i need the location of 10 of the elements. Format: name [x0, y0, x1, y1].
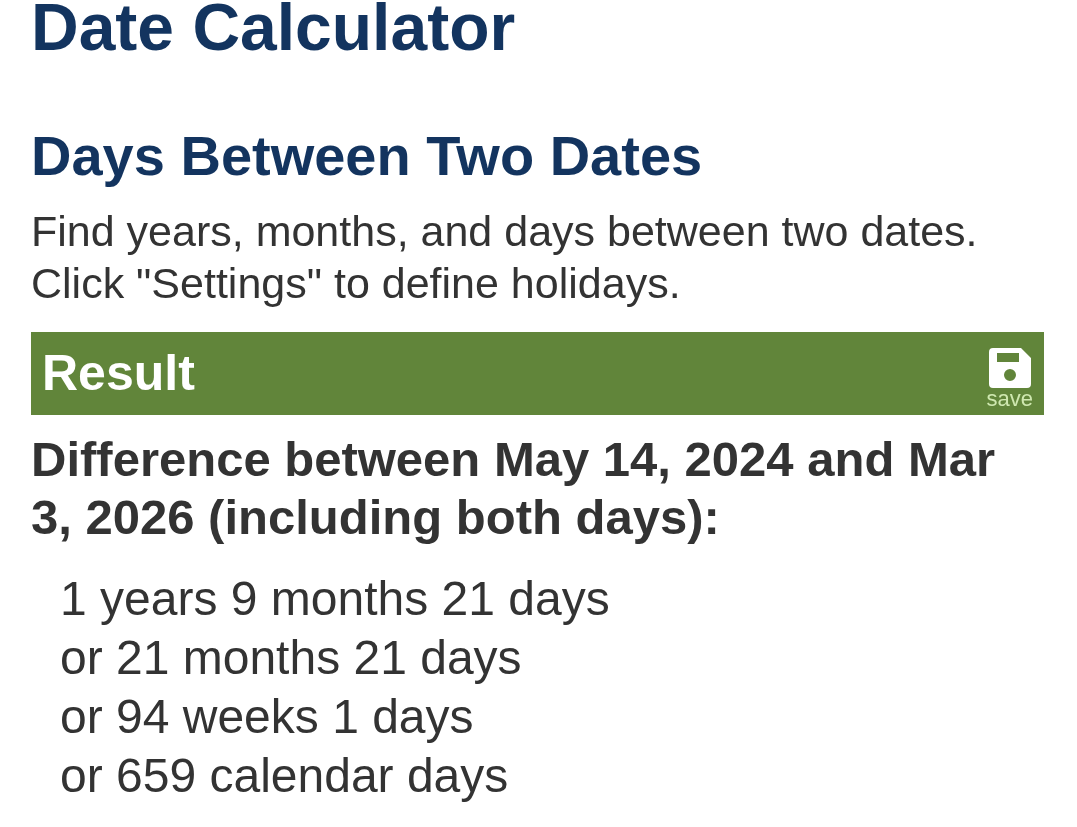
- calculator-description: Find years, months, and days between two dates. Click "Settings" to define holidays.: [31, 206, 978, 309]
- result-line: or 659 calendar days: [60, 748, 509, 804]
- calculator-heading: Days Between Two Dates: [31, 124, 703, 188]
- result-header: Result: [42, 344, 195, 401]
- save-button[interactable]: save: [985, 347, 1034, 410]
- result-line: or 21 months 21 days: [60, 630, 522, 686]
- result-line: 1 years 9 months 21 days: [60, 571, 610, 627]
- result-line: or 94 weeks 1 days: [60, 689, 474, 745]
- result-summary: Difference between May 14, 2024 and Mar 3, 2026 (including both days):: [31, 431, 997, 546]
- page-title: Date Calculator: [31, 0, 516, 60]
